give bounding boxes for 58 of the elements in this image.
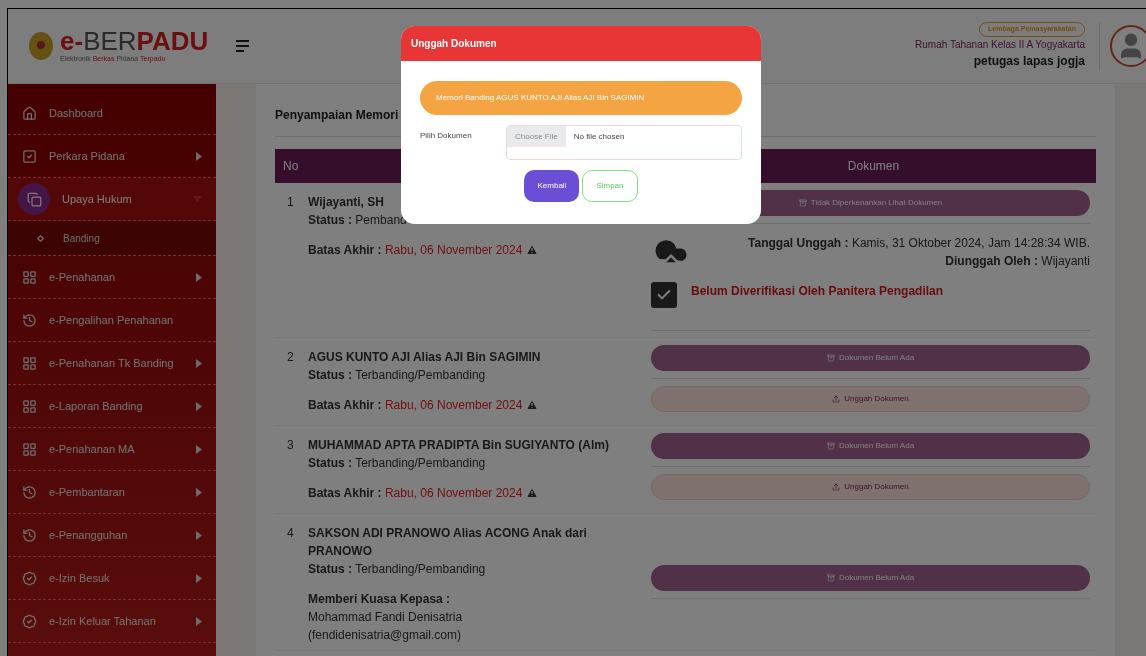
check-icon bbox=[651, 282, 677, 308]
badge-icon bbox=[22, 570, 37, 586]
archive-icon bbox=[798, 199, 807, 207]
upload-icon bbox=[832, 483, 841, 491]
person-name: Wijayanti, SH bbox=[308, 194, 385, 211]
warning-icon bbox=[526, 399, 539, 411]
grid-icon bbox=[22, 355, 37, 371]
back-button[interactable]: Kembali bbox=[524, 170, 580, 202]
history-icon bbox=[22, 527, 37, 543]
badge-icon bbox=[22, 613, 37, 629]
home-icon bbox=[22, 105, 37, 121]
logo-title: e-BERPADU bbox=[60, 27, 209, 54]
sidebar-subitem[interactable]: Banding bbox=[8, 221, 216, 256]
history-icon bbox=[22, 484, 37, 500]
uploader-text: Diunggah Oleh : Wijayanti bbox=[944, 253, 1090, 270]
status-text: Status : Pemband bbox=[308, 212, 408, 229]
sidebar-item[interactable]: Upaya Hukum bbox=[8, 178, 216, 221]
grid-icon bbox=[22, 398, 37, 414]
person-name: AGUS KUNTO AJI Alias AJI Bin SAGIMIN bbox=[308, 349, 542, 366]
row-number: 1 bbox=[287, 194, 295, 211]
copy-icon bbox=[18, 183, 50, 215]
deadline-text: Batas Akhir : Rabu, 06 November 2024 bbox=[308, 397, 523, 414]
row-number: 3 bbox=[287, 437, 295, 454]
save-button[interactable]: Simpan bbox=[582, 170, 638, 202]
history-icon bbox=[22, 312, 37, 328]
deadline-text: Batas Akhir : Rabu, 06 November 2024 bbox=[308, 242, 523, 259]
row-number: 2 bbox=[287, 349, 295, 366]
proxy-label: Memberi Kuasa Kepasa : bbox=[308, 591, 452, 608]
avatar-icon[interactable] bbox=[1110, 25, 1146, 67]
emblem-icon bbox=[28, 31, 54, 61]
document-banner: Memori Banding AGUS KUNTO AJI Alias AJI Bin SAGIMIN bbox=[420, 81, 742, 115]
dialog-title: Unggah Dokumen bbox=[401, 26, 761, 61]
proxy-email: (fendidenisatria@gmail.com) bbox=[308, 627, 462, 644]
archive-icon bbox=[826, 354, 835, 362]
deadline-text: Batas Akhir : Rabu, 06 November 2024 bbox=[308, 485, 523, 502]
status-text: Status : Terbanding/Pembanding bbox=[308, 455, 487, 472]
status-text: Status : Terbanding/Pembanding bbox=[308, 561, 487, 578]
upload-date: Tanggal Unggah : Kamis, 31 Oktober 2024, Jam 14:28:34 WIB. bbox=[747, 235, 1090, 252]
warning-icon bbox=[526, 244, 539, 256]
row-number: 4 bbox=[287, 525, 295, 542]
grid-icon bbox=[22, 441, 37, 457]
person-name: SAKSON ADI PRANOWO Alias ACONG Anak dari PRANOWO bbox=[308, 525, 588, 560]
institution-name: Rumah Tahanan Kelas II A Yogyakarta bbox=[915, 37, 1085, 52]
checkbox-icon bbox=[22, 148, 37, 164]
menu-icon[interactable] bbox=[236, 40, 249, 52]
warning-icon bbox=[526, 487, 539, 499]
status-text: Status : Terbanding/Pembanding bbox=[308, 367, 487, 384]
verification-status: Belum Diverifikasi Oleh Panitera Pengadilan bbox=[691, 283, 944, 300]
archive-icon bbox=[826, 442, 835, 450]
file-input[interactable]: Choose File No file chosen bbox=[506, 125, 742, 160]
archive-icon bbox=[826, 574, 835, 582]
upload-button[interactable]: Unggah Dokumen bbox=[651, 386, 1090, 412]
upload-icon bbox=[832, 395, 841, 403]
grid-icon bbox=[22, 269, 37, 285]
person-name: MUHAMMAD APTA PRADIPTA Bin SUGIYANTO (Alm) bbox=[308, 437, 610, 454]
user-name: petugas lapas jogja bbox=[973, 52, 1085, 70]
proxy-name: Mohammad Fandi Denisatria bbox=[308, 609, 464, 626]
upload-button[interactable]: Unggah Dokumen bbox=[651, 474, 1090, 500]
